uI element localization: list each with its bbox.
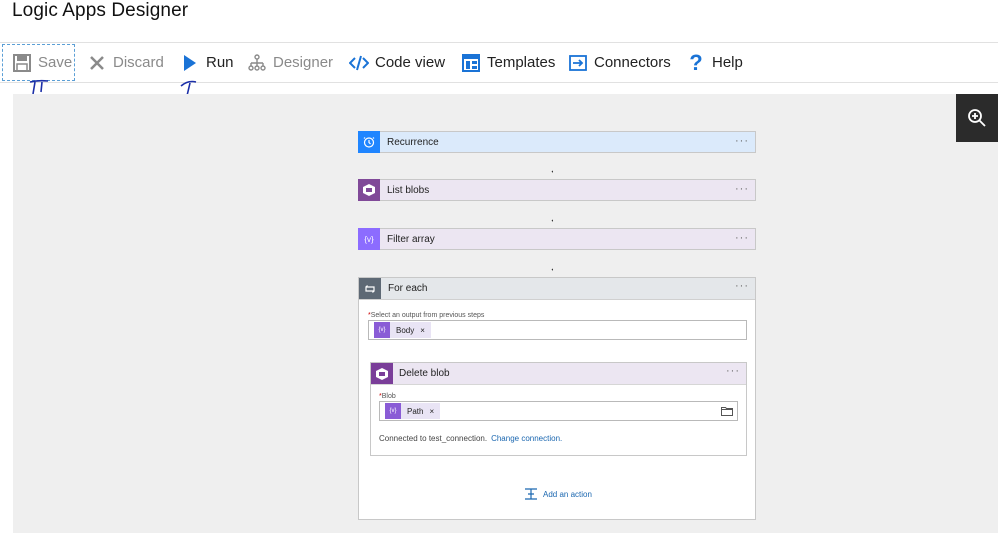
step-label: Recurrence	[387, 136, 439, 148]
close-icon	[87, 53, 107, 73]
help-icon: ?	[689, 49, 703, 75]
foreach-menu-button[interactable]: ···	[735, 280, 749, 292]
step-label: List blobs	[387, 184, 430, 196]
help-button[interactable]: ? Help	[686, 43, 743, 82]
body-token[interactable]: {v} Body ×	[374, 322, 431, 338]
clock-icon	[358, 131, 380, 153]
designer-label: Designer	[273, 54, 334, 71]
remove-token-button[interactable]: ×	[429, 407, 434, 416]
step-filter-array[interactable]: {v} Filter array ···	[358, 228, 756, 250]
add-action-icon	[525, 488, 537, 500]
help-label: Help	[712, 54, 743, 71]
data-operations-icon: {v}	[358, 228, 380, 250]
code-view-label: Code view	[375, 54, 446, 71]
step-delete-blob[interactable]: Delete blob ··· *Blob {v} Path × Connect…	[370, 362, 747, 456]
connectors-label: Connectors	[594, 54, 671, 71]
data-operations-icon: {v}	[385, 403, 401, 419]
blob-storage-icon	[358, 179, 380, 201]
designer-button[interactable]: Designer	[247, 43, 333, 82]
select-output-label: *Select an output from previous steps	[368, 312, 485, 319]
change-connection-link[interactable]: Change connection.	[491, 434, 562, 443]
save-icon	[12, 53, 32, 73]
folder-icon[interactable]	[721, 406, 733, 416]
step-menu-button[interactable]: ···	[735, 135, 749, 147]
connection-info: Connected to test_connection. Change conn…	[379, 434, 563, 443]
blob-field-label: *Blob	[379, 393, 396, 400]
save-label: Save	[38, 54, 73, 71]
blob-field[interactable]: {v} Path ×	[379, 401, 738, 421]
delete-blob-header[interactable]: Delete blob ···	[371, 363, 746, 385]
foreach-label: For each	[388, 283, 428, 294]
connector-arrow	[551, 219, 553, 222]
connectors-button[interactable]: Connectors	[568, 43, 671, 82]
blob-storage-icon	[371, 363, 393, 384]
toolbar: Save Discard Run Designer Code view Temp…	[0, 42, 998, 83]
delete-blob-menu-button[interactable]: ···	[726, 365, 740, 377]
templates-button[interactable]: Templates	[461, 43, 555, 82]
connectors-icon	[568, 53, 588, 73]
templates-label: Templates	[487, 54, 556, 71]
run-label: Run	[206, 54, 234, 71]
templates-icon	[461, 53, 481, 73]
connector-arrow	[551, 170, 553, 173]
step-menu-button[interactable]: ···	[735, 232, 749, 244]
page-title: Logic Apps Designer	[12, 0, 189, 21]
path-token[interactable]: {v} Path ×	[385, 403, 441, 419]
step-list-blobs[interactable]: List blobs ···	[358, 179, 756, 201]
foreach-scope[interactable]: For each ··· *Select an output from prev…	[358, 277, 756, 520]
loop-icon	[359, 278, 381, 299]
zoom-in-button[interactable]	[956, 94, 998, 142]
foreach-header[interactable]: For each ···	[359, 278, 755, 300]
select-output-field[interactable]: {v} Body ×	[368, 320, 747, 340]
save-button[interactable]: Save	[12, 43, 72, 82]
code-icon	[349, 53, 369, 73]
designer-icon	[247, 53, 267, 73]
step-label: Filter array	[387, 233, 435, 245]
step-menu-button[interactable]: ···	[735, 183, 749, 195]
delete-blob-label: Delete blob	[399, 368, 450, 379]
data-operations-icon: {v}	[374, 322, 390, 338]
discard-label: Discard	[113, 54, 164, 71]
remove-token-button[interactable]: ×	[420, 326, 425, 335]
code-view-button[interactable]: Code view	[349, 43, 445, 82]
play-icon	[180, 53, 200, 73]
connector-arrow	[551, 268, 553, 271]
step-recurrence[interactable]: Recurrence ···	[358, 131, 756, 153]
zoom-in-icon	[968, 109, 986, 127]
discard-button[interactable]: Discard	[87, 43, 164, 82]
add-action-button[interactable]: Add an action	[524, 488, 592, 500]
run-button[interactable]: Run	[180, 43, 234, 82]
